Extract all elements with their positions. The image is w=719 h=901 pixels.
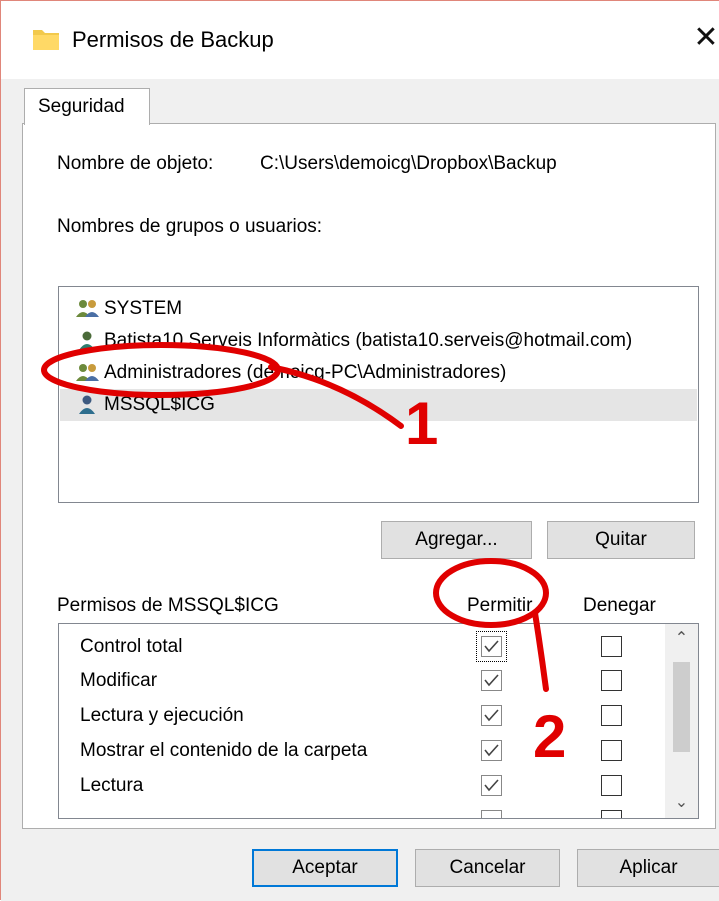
- allow-checkbox[interactable]: [481, 810, 502, 818]
- apply-button[interactable]: Aplicar: [577, 849, 719, 887]
- groups-label: Nombres de grupos o usuarios:: [57, 216, 323, 237]
- permission-row-control-total: Control total: [59, 628, 659, 663]
- deny-checkbox[interactable]: [601, 670, 622, 691]
- checkmark-icon: [484, 640, 499, 653]
- permissions-list[interactable]: Control total Modificar Lectura y ejecuc…: [58, 623, 699, 819]
- permission-row-mostrar-contenido: Mostrar el contenido de la carpeta: [59, 732, 659, 767]
- permission-name: Lectura: [80, 775, 144, 796]
- list-item-mssql-icg[interactable]: MSSQL$ICG: [60, 389, 697, 421]
- scroll-thumb[interactable]: [673, 662, 690, 752]
- deny-checkbox[interactable]: [601, 636, 622, 657]
- user-icon: [79, 395, 95, 414]
- checkmark-icon: [484, 779, 499, 792]
- security-panel: Nombre de objeto: C:\Users\demoicg\Dropb…: [22, 123, 716, 829]
- window-title: Permisos de Backup: [72, 27, 274, 52]
- allow-checkbox[interactable]: [481, 670, 502, 691]
- permission-row-lectura-ejecucion: Lectura y ejecución: [59, 697, 659, 732]
- list-item-label: Batista10 Serveis Informàtics (batista10…: [104, 330, 633, 351]
- deny-checkbox[interactable]: [601, 740, 622, 761]
- scroll-up-icon[interactable]: ⌃: [665, 624, 698, 654]
- allow-checkbox[interactable]: [481, 740, 502, 761]
- permission-row-lectura: Lectura: [59, 767, 659, 802]
- permission-name: Lectura y ejecución: [80, 705, 244, 726]
- list-item-label: MSSQL$ICG: [104, 394, 215, 415]
- permission-name: Modificar: [80, 670, 158, 691]
- title-bar[interactable]: Permisos de Backup ✕: [1, 1, 719, 79]
- folder-icon: [33, 30, 59, 50]
- deny-checkbox[interactable]: [601, 810, 622, 818]
- cancel-button[interactable]: Cancelar: [415, 849, 560, 887]
- list-item-label: SYSTEM: [104, 298, 183, 319]
- list-item-administradores[interactable]: Administradores (demoicg-PC\Administrado…: [60, 357, 697, 389]
- list-item-system[interactable]: SYSTEM: [60, 293, 697, 325]
- dialog-window: Permisos de Backup ✕ Seguridad Nombre de…: [0, 0, 719, 901]
- permission-name: Mostrar el contenido de la carpeta: [80, 740, 368, 761]
- checkmark-icon: [484, 709, 499, 722]
- group-users-icon: [76, 300, 99, 317]
- list-item-batista10[interactable]: Batista10 Serveis Informàtics (batista10…: [60, 325, 697, 357]
- scroll-down-icon[interactable]: ⌄: [665, 788, 698, 818]
- checkmark-icon: [484, 744, 499, 757]
- object-name-label: Nombre de objeto:: [57, 153, 214, 174]
- allow-checkbox[interactable]: [481, 705, 502, 726]
- permission-row-modificar: Modificar: [59, 662, 659, 697]
- list-item-label: Administradores (demoicg-PC\Administrado…: [104, 362, 507, 383]
- allow-column-header: Permitir: [467, 595, 533, 616]
- tab-label: Seguridad: [38, 96, 125, 117]
- tab-seguridad[interactable]: Seguridad: [24, 88, 150, 125]
- deny-checkbox[interactable]: [601, 705, 622, 726]
- checkmark-icon: [484, 674, 499, 687]
- groups-listbox[interactable]: SYSTEM Batista10 Serveis Informàtics (ba…: [58, 286, 699, 503]
- allow-checkbox[interactable]: [481, 636, 502, 657]
- permission-row-partial: [59, 802, 659, 818]
- allow-checkbox[interactable]: [481, 775, 502, 796]
- permission-name: Control total: [80, 636, 183, 657]
- user-icon: [79, 331, 95, 350]
- vertical-scrollbar[interactable]: ⌃ ⌄: [665, 624, 698, 818]
- deny-column-header: Denegar: [583, 595, 656, 616]
- object-name-value: C:\Users\demoicg\Dropbox\Backup: [260, 153, 557, 174]
- group-users-icon: [76, 364, 99, 381]
- add-button[interactable]: Agregar...: [381, 521, 532, 559]
- remove-button[interactable]: Quitar: [547, 521, 695, 559]
- deny-checkbox[interactable]: [601, 775, 622, 796]
- permissions-label: Permisos de MSSQL$ICG: [57, 595, 279, 616]
- dialog-body: Seguridad Nombre de objeto: C:\Users\dem…: [1, 79, 719, 901]
- close-button[interactable]: ✕: [689, 21, 719, 55]
- ok-button[interactable]: Aceptar: [252, 849, 398, 887]
